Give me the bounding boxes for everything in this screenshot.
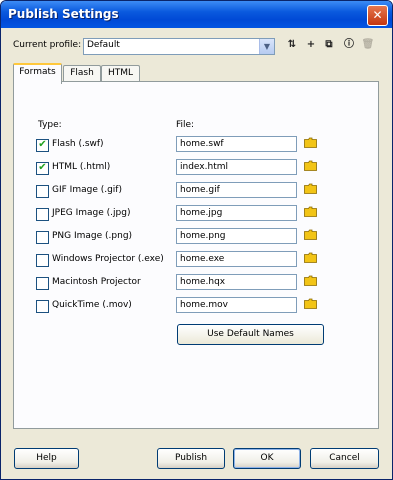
file-input[interactable]: home.jpg bbox=[176, 205, 297, 221]
png-checkbox[interactable] bbox=[36, 231, 49, 244]
format-label: Windows Projector (.exe) bbox=[52, 254, 164, 264]
formats-panel: Type: File: ✔ Flash (.swf) home.swf ✔ HT… bbox=[13, 81, 379, 429]
tab-formats[interactable]: Formats bbox=[13, 63, 62, 84]
folder-icon[interactable] bbox=[304, 252, 317, 263]
window-title: Publish Settings bbox=[8, 7, 119, 21]
file-input[interactable]: home.mov bbox=[176, 297, 297, 313]
format-label: JPEG Image (.jpg) bbox=[52, 208, 131, 218]
publish-settings-dialog: Publish Settings ✕ Current profile: Defa… bbox=[0, 0, 393, 480]
profile-select[interactable]: Default ▼ bbox=[83, 38, 275, 55]
format-label: Macintosh Projector bbox=[52, 277, 141, 287]
folder-icon[interactable] bbox=[304, 160, 317, 171]
windows-projector-checkbox[interactable] bbox=[36, 254, 49, 267]
format-row-html: ✔ HTML (.html) index.html bbox=[14, 159, 378, 179]
format-row-png: PNG Image (.png) home.png bbox=[14, 228, 378, 248]
format-label: GIF Image (.gif) bbox=[52, 185, 122, 195]
format-row-jpeg: JPEG Image (.jpg) home.jpg bbox=[14, 205, 378, 225]
gif-checkbox[interactable] bbox=[36, 185, 49, 198]
jpeg-checkbox[interactable] bbox=[36, 208, 49, 221]
tab-html[interactable]: HTML bbox=[101, 65, 140, 82]
format-row-windows-projector: Windows Projector (.exe) home.exe bbox=[14, 251, 378, 271]
file-input[interactable]: home.png bbox=[176, 228, 297, 244]
title-bar[interactable]: Publish Settings ✕ bbox=[1, 1, 392, 28]
ok-button[interactable]: OK bbox=[233, 448, 301, 469]
cancel-button[interactable]: Cancel bbox=[310, 448, 379, 469]
current-profile-label: Current profile: bbox=[13, 40, 82, 50]
chevron-down-icon[interactable]: ▼ bbox=[259, 39, 274, 54]
folder-icon[interactable] bbox=[304, 298, 317, 309]
help-button[interactable]: Help bbox=[14, 448, 79, 469]
format-row-macintosh-projector: Macintosh Projector home.hqx bbox=[14, 274, 378, 294]
file-input[interactable]: home.hqx bbox=[176, 274, 297, 290]
format-row-flash: ✔ Flash (.swf) home.swf bbox=[14, 136, 378, 156]
folder-icon[interactable] bbox=[304, 229, 317, 240]
file-input[interactable]: home.exe bbox=[176, 251, 297, 267]
file-input[interactable]: home.gif bbox=[176, 182, 297, 198]
format-label: PNG Image (.png) bbox=[52, 231, 133, 241]
import-export-profile-icon[interactable]: ⇅ bbox=[284, 37, 300, 53]
profile-select-value: Default bbox=[87, 40, 120, 50]
file-header: File: bbox=[176, 120, 195, 130]
format-label: HTML (.html) bbox=[52, 162, 111, 172]
macintosh-projector-checkbox[interactable] bbox=[36, 277, 49, 290]
profile-properties-icon[interactable]: ⓘ bbox=[341, 37, 357, 53]
html-checkbox[interactable]: ✔ bbox=[36, 162, 49, 175]
create-profile-icon[interactable]: + bbox=[303, 37, 319, 53]
folder-icon[interactable] bbox=[304, 275, 317, 286]
tab-flash[interactable]: Flash bbox=[63, 65, 101, 82]
type-header: Type: bbox=[38, 120, 62, 130]
use-default-names-button[interactable]: Use Default Names bbox=[177, 324, 324, 345]
close-icon[interactable]: ✕ bbox=[367, 5, 388, 26]
delete-profile-icon[interactable]: 🗑 bbox=[360, 37, 376, 53]
format-label: QuickTime (.mov) bbox=[52, 300, 132, 310]
quicktime-checkbox[interactable] bbox=[36, 300, 49, 313]
format-label: Flash (.swf) bbox=[52, 139, 104, 149]
format-row-gif: GIF Image (.gif) home.gif bbox=[14, 182, 378, 202]
file-input[interactable]: index.html bbox=[176, 159, 297, 175]
flash-checkbox[interactable]: ✔ bbox=[36, 139, 49, 152]
folder-icon[interactable] bbox=[304, 183, 317, 194]
format-row-quicktime: QuickTime (.mov) home.mov bbox=[14, 297, 378, 317]
folder-icon[interactable] bbox=[304, 137, 317, 148]
duplicate-profile-icon[interactable]: ⧉ bbox=[321, 37, 337, 53]
folder-icon[interactable] bbox=[304, 206, 317, 217]
file-input[interactable]: home.swf bbox=[176, 136, 297, 152]
publish-button[interactable]: Publish bbox=[157, 448, 225, 469]
